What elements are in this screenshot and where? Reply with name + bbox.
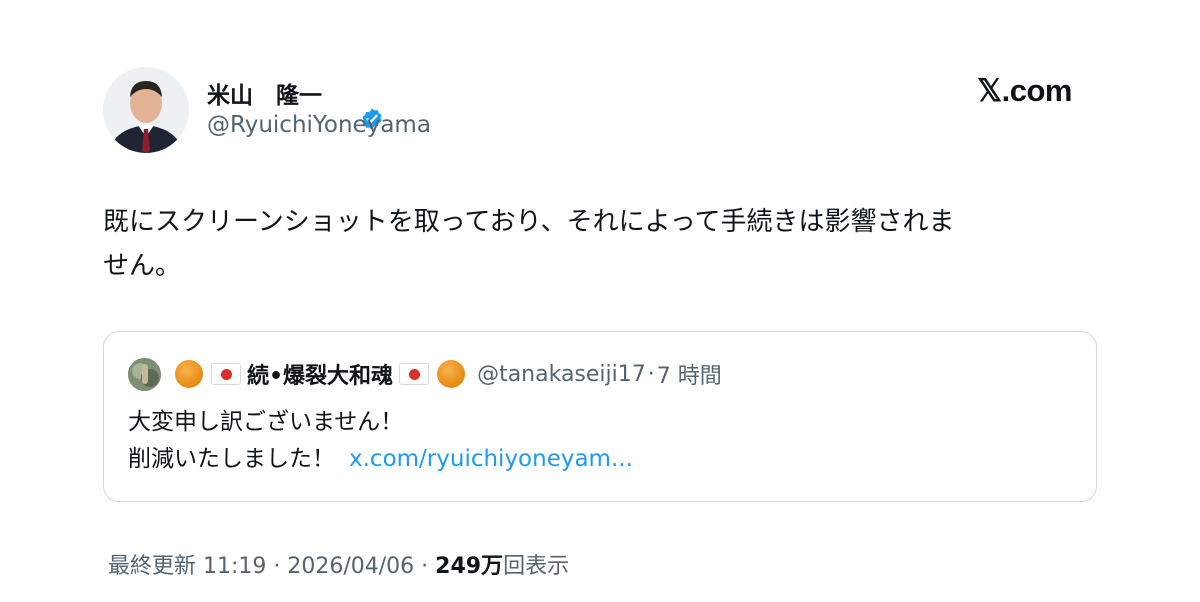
quoted-text-line: 削減いたしました！ x.com/ryuichiyoneyam... (128, 441, 633, 478)
quoted-tweet-text: 大変申し訳ございません！ 削減いたしました！ x.com/ryuichiyoney… (128, 404, 633, 478)
quoted-author-avatar (128, 357, 161, 391)
author-handle[interactable]: @RyuichiYoneyama (207, 112, 431, 138)
author-avatar[interactable] (103, 67, 189, 153)
quoted-tweet-card[interactable]: 続•爆裂大和魂 @tanakaseiji17 · 7 時間 大変申し訳ございませ… (103, 331, 1097, 502)
separator-dot: · (647, 361, 655, 387)
quoted-tweet-link[interactable]: x.com/ryuichiyoneyam... (349, 446, 633, 472)
tweet-text: 既にスクリーンショットを取っており、それによって手続きは影響されま せん。 (103, 200, 1088, 288)
author-name-row[interactable]: 米山 隆一 (207, 76, 382, 130)
japan-flag-emoji (211, 363, 241, 385)
tweet-meta: 最終更新 11:19 · 2026/04/06 · 249万回表示 (108, 548, 569, 580)
view-count: 249万 (435, 554, 504, 579)
quoted-text-line: 大変申し訳ございません！ (128, 409, 404, 435)
tweet-text-line: せん。 (103, 251, 182, 281)
quoted-tweet-time: 7 時間 (656, 364, 722, 389)
quoted-author-handle: @tanakaseiji17 (477, 361, 646, 387)
meta-separator: · (414, 554, 436, 579)
quoted-text-part: 削減いたしました！ (128, 446, 335, 472)
site-logo: 𝕏.com (977, 73, 1072, 108)
verified-badge-icon (328, 81, 382, 130)
author-name[interactable]: 米山 隆一 (207, 76, 322, 110)
view-label: 回表示 (503, 554, 570, 579)
tweet-text-line: 既にスクリーンショットを取っており、それによって手続きは影響されま (103, 207, 955, 237)
orange-circle-emoji (175, 360, 203, 388)
last-updated[interactable]: 最終更新 11:19 · 2026/04/06 (108, 554, 414, 579)
quoted-author-name: 続•爆裂大和魂 (247, 364, 394, 389)
quoted-tweet-header: 続•爆裂大和魂 @tanakaseiji17 · 7 時間 (128, 356, 722, 392)
orange-circle-emoji (437, 360, 466, 388)
japan-flag-emoji (399, 363, 430, 385)
